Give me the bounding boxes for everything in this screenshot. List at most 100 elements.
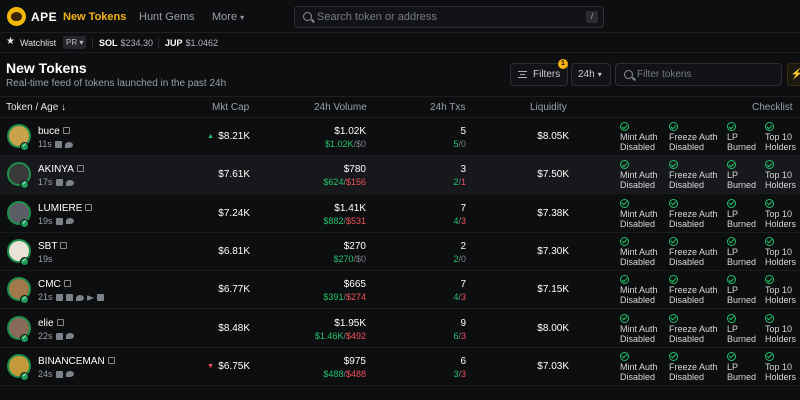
link-icon[interactable]	[55, 332, 63, 340]
telegram-icon[interactable]	[86, 294, 94, 301]
volume-sell: $274	[345, 292, 366, 303]
filters-label: Filters	[533, 69, 561, 80]
token-name-wrap[interactable]: buce	[38, 126, 70, 137]
table-row[interactable]: ✓ buce 11s ▲ $8.21K $1.02K $1.02K/$0 5 5…	[0, 118, 800, 156]
liquidity: $7.15K	[537, 284, 569, 296]
token-name-wrap[interactable]: LUMIERE	[38, 203, 93, 214]
token-name: SBT	[38, 240, 58, 252]
token-name-wrap[interactable]: AKINYA	[38, 164, 84, 175]
link-icon[interactable]	[55, 217, 63, 225]
token-name: CMC	[38, 279, 61, 291]
table-row[interactable]: ✓ AKINYA 17s $7.61K $780 $624/$156 3 2/1…	[0, 156, 800, 195]
verified-icon: ✓	[20, 333, 29, 343]
twitter-icon[interactable]	[65, 179, 74, 186]
token-name-wrap[interactable]: BINANCEMAN	[38, 356, 115, 367]
copy-icon[interactable]	[63, 280, 71, 288]
table-row[interactable]: ✓ elie 22s $8.48K $1.95K $1.46K/$492 9 6…	[0, 310, 800, 348]
col-volume[interactable]: 24h Volume	[314, 102, 367, 113]
nav-more[interactable]: More ▾	[212, 11, 244, 23]
verified-icon: ✓	[20, 180, 29, 190]
ticker-sol[interactable]: SOL $234.30	[99, 38, 153, 48]
copy-icon[interactable]	[107, 356, 115, 364]
check-label-line1: Mint Auth	[620, 285, 658, 296]
link-icon[interactable]	[54, 141, 62, 149]
page-subtitle: Real-time feed of tokens launched in the…	[6, 78, 227, 89]
check-lp: LP Burned	[727, 313, 757, 344]
tx-split: 2/1	[453, 177, 466, 188]
search-input[interactable]	[317, 7, 577, 27]
check-label-line2: Disabled	[669, 371, 705, 382]
check-circle-icon	[727, 313, 736, 323]
table-row[interactable]: ✓ BINANCEMAN 24s ▼ $6.75K $975 $488/$488…	[0, 348, 800, 386]
ticker-price: $234.30	[120, 38, 154, 48]
token-age-wrap: 24s	[38, 369, 74, 379]
filter-icon	[518, 71, 527, 78]
col-mkt-cap[interactable]: Mkt Cap	[212, 102, 249, 113]
col-token-age[interactable]: Token / Age ↓	[6, 102, 66, 113]
twitter-icon[interactable]	[65, 218, 74, 225]
check-label-line1: LP	[727, 246, 739, 257]
volume-buy: $391	[323, 292, 344, 303]
copy-link-icon[interactable]	[55, 294, 63, 302]
twitter-icon[interactable]	[65, 371, 74, 378]
nav-new-tokens[interactable]: New Tokens	[63, 11, 126, 23]
volume-buy: $270	[333, 253, 354, 264]
watchlist-select[interactable]: PR ▾	[63, 36, 87, 49]
period-select[interactable]: 24h ▾	[571, 63, 611, 86]
copy-icon[interactable]	[60, 241, 68, 249]
check-label-line2: Burned	[727, 371, 757, 382]
col-liquidity[interactable]: Liquidity	[530, 102, 567, 113]
check-label-line2: Burned	[727, 142, 757, 152]
check-label-line2: Holders	[765, 256, 797, 267]
link-icon[interactable]	[55, 179, 63, 187]
copy-icon[interactable]	[85, 203, 93, 211]
watchlist-bar: ★ Watchlist PR ▾ SOL $234.30 JUP $1.0462	[0, 33, 800, 53]
col-txs[interactable]: 24h Txs	[430, 102, 465, 113]
check-label-line2: Burned	[727, 333, 757, 344]
filter-tokens-box[interactable]	[615, 63, 782, 86]
twitter-icon[interactable]	[64, 141, 73, 148]
check-circle-icon	[669, 351, 678, 361]
chevron-down-icon: ▾	[240, 13, 245, 22]
check-freeze: Freeze Auth Disabled	[669, 313, 718, 344]
token-age-wrap: 21s	[38, 292, 104, 302]
check-mint: Mint Auth Disabled	[620, 122, 658, 152]
check-circle-icon	[669, 198, 678, 208]
check-circle-icon	[765, 198, 774, 208]
token-name-wrap[interactable]: CMC	[38, 279, 71, 290]
tx-count: 9	[460, 317, 466, 329]
logo[interactable]: APE	[7, 7, 57, 26]
token-name-wrap[interactable]: SBT	[38, 240, 68, 252]
link-icon[interactable]	[55, 370, 63, 378]
global-search[interactable]: /	[294, 6, 604, 28]
star-icon[interactable]: ★	[6, 36, 15, 47]
copy-icon[interactable]	[56, 318, 64, 326]
check-label-line2: Disabled	[620, 218, 656, 229]
token-age: 11s	[38, 139, 52, 149]
filter-tokens-input[interactable]	[637, 64, 777, 85]
check-lp: LP Burned	[727, 351, 757, 382]
copy-icon[interactable]	[76, 165, 84, 173]
volume-buy: $1.02K	[324, 139, 354, 149]
check-label-line2: Burned	[727, 256, 757, 267]
volume-buy: $624	[323, 177, 344, 188]
quick-buy-button[interactable]: ⚡	[787, 63, 800, 86]
ape-logo-icon	[7, 7, 26, 26]
nav-hunt-gems[interactable]: Hunt Gems	[139, 11, 195, 23]
table-row[interactable]: ✓ LUMIERE 19s $7.24K $1.41K $882/$531 7 …	[0, 195, 800, 233]
tx-sell: 3	[460, 330, 466, 341]
token-name-wrap[interactable]: elie	[38, 318, 64, 329]
table-row[interactable]: ✓ CMC 21s $6.77K $665 $391/$274 7 4/3 $7…	[0, 271, 800, 310]
ticker-jup[interactable]: JUP $1.0462	[165, 38, 218, 48]
twitter-icon[interactable]	[75, 294, 84, 301]
check-label-line2: Disabled	[620, 142, 656, 152]
check-label-line2: Holders	[765, 333, 797, 344]
watchlist-label[interactable]: Watchlist	[20, 38, 56, 48]
twitter-icon[interactable]	[65, 333, 74, 340]
copy-icon[interactable]	[62, 127, 70, 134]
table-row[interactable]: ✓ SBT 19s $6.81K $270 $270/$0 2 2/0 $7.3…	[0, 233, 800, 271]
link-icon[interactable]	[65, 294, 73, 302]
market-cap: $7.24K	[218, 207, 250, 219]
check-label-line1: Mint Auth	[620, 246, 658, 257]
globe-icon[interactable]	[96, 294, 104, 302]
